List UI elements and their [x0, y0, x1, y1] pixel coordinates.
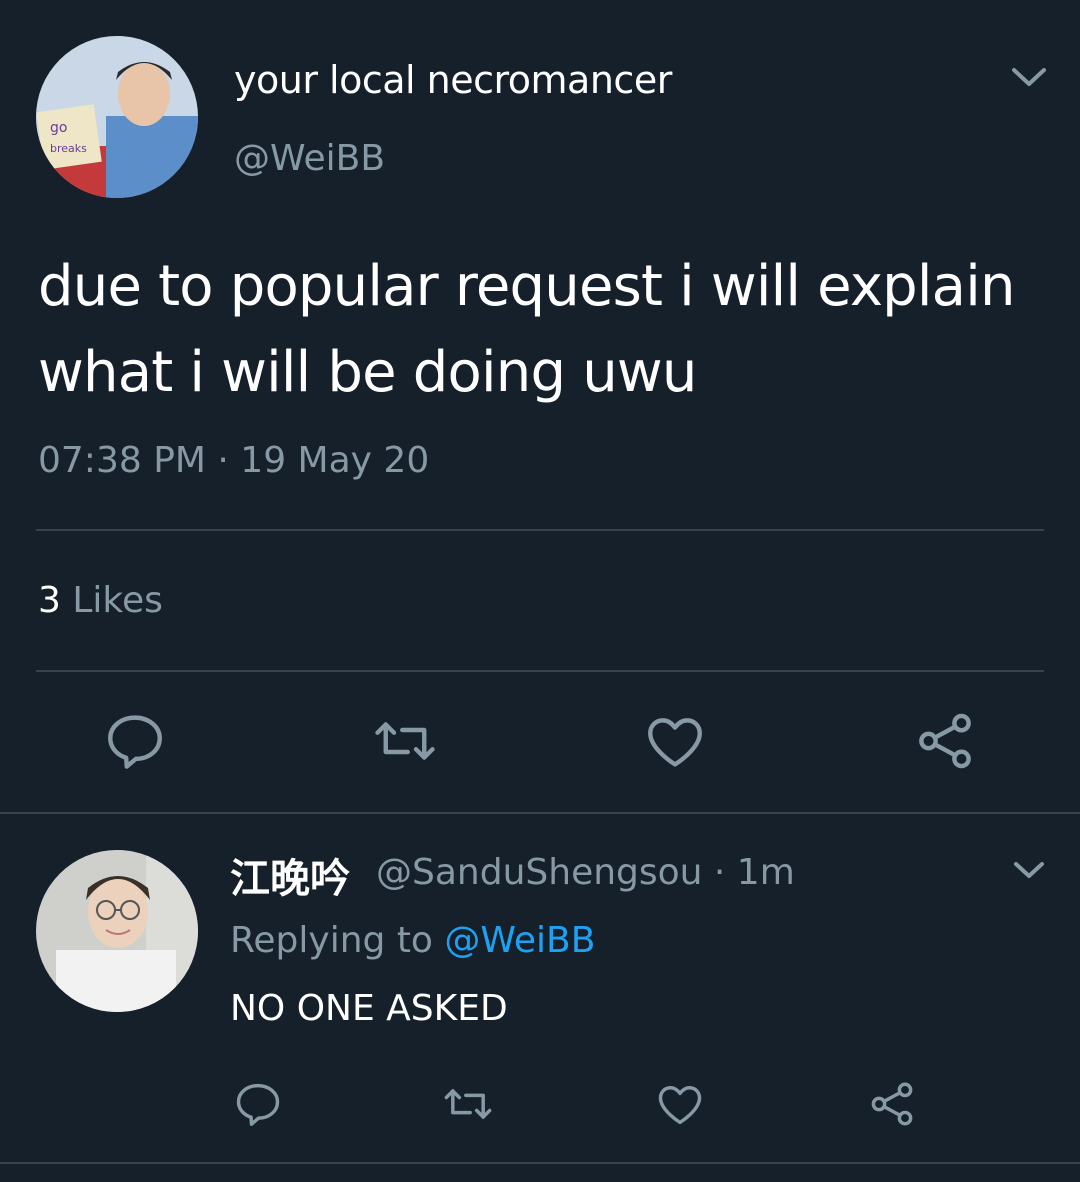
main-tweet-display-name[interactable]: your local necromancer	[234, 58, 672, 102]
like-heart-icon[interactable]	[642, 708, 708, 774]
main-tweet-handle[interactable]: @WeiBB	[234, 138, 385, 179]
main-tweet-more-chevron-down-icon[interactable]	[1008, 62, 1050, 92]
retweet-icon[interactable]	[442, 1078, 494, 1130]
share-icon[interactable]	[912, 708, 978, 774]
reply-tweet-display-name[interactable]: 江晚吟	[230, 846, 350, 904]
main-tweet-avatar[interactable]: go breaks	[36, 36, 198, 198]
reply-icon[interactable]	[232, 1078, 284, 1130]
divider	[0, 812, 1080, 814]
main-tweet-text: due to popular request i will explain wh…	[38, 254, 1015, 405]
reply-tweet-avatar[interactable]	[36, 850, 198, 1012]
reply-tweet-handle-time[interactable]: @SanduShengsou · 1m	[376, 852, 795, 893]
reply-icon[interactable]	[102, 708, 168, 774]
reply-tweet-text: NO ONE ASKED	[230, 988, 508, 1029]
divider	[36, 529, 1044, 531]
retweet-icon[interactable]	[372, 708, 438, 774]
likes-label: Likes	[72, 580, 163, 621]
main-tweet-timestamp[interactable]: 07:38 PM · 19 May 20	[38, 440, 429, 481]
svg-text:go: go	[50, 120, 67, 136]
like-heart-icon[interactable]	[654, 1078, 706, 1130]
share-icon[interactable]	[866, 1078, 918, 1130]
divider	[0, 1162, 1080, 1164]
replying-to-label: Replying to	[230, 920, 433, 961]
replying-to-line: Replying to @WeiBB	[230, 920, 595, 961]
divider	[36, 670, 1044, 672]
reply-tweet-more-chevron-down-icon[interactable]	[1010, 856, 1048, 884]
likes-count-row[interactable]: 3 Likes	[38, 580, 163, 621]
likes-count: 3	[38, 580, 61, 621]
svg-text:breaks: breaks	[50, 142, 87, 155]
replying-to-mention-link[interactable]: @WeiBB	[444, 920, 595, 961]
